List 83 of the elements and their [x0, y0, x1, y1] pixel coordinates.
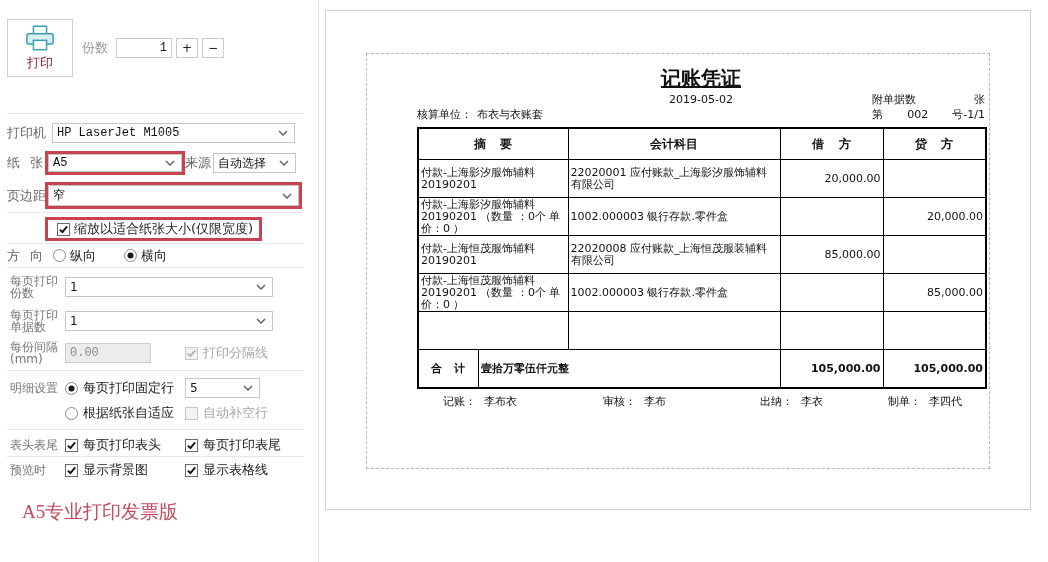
signature-name: 李布衣 [484, 394, 517, 409]
copies-per-page-select[interactable]: 1 [65, 277, 273, 297]
checkbox-label: 缩放以适合纸张大小(仅限宽度) [74, 220, 254, 238]
checkbox[interactable] [65, 463, 78, 477]
signature-label: 制单： [888, 394, 921, 409]
detail-label: 明细设置 [9, 382, 59, 394]
chevron-down-icon [282, 192, 292, 199]
chevron-down-icon [243, 385, 253, 391]
decrement-button[interactable]: − [202, 38, 224, 58]
checkbox-label: 自动补空行 [203, 404, 268, 422]
margin-label: 页边距 [7, 186, 45, 205]
signature-name: 李四代 [929, 394, 962, 409]
signature-label: 记账： [443, 394, 476, 409]
printer-icon [25, 24, 55, 51]
print-button[interactable]: 打印 [7, 19, 73, 77]
unit-label: 核算单位： [417, 107, 472, 122]
checkbox-label: 每页打印表头 [83, 436, 161, 454]
table-cell: 85,000.00 [780, 235, 883, 274]
number-prefix: 第 [872, 107, 883, 122]
table-cell: 付款-上海影汐服饰辅料20190201 （数量 ：0个 单价：0 ） [418, 197, 568, 236]
checkbox[interactable] [185, 463, 198, 477]
orientation-label: 方 向 [7, 246, 45, 265]
increment-button[interactable]: + [176, 38, 198, 58]
header-footer-label: 表头表尾 [9, 439, 59, 451]
radio-button[interactable] [53, 249, 66, 262]
margin-select[interactable]: 窄 [48, 185, 299, 206]
attachments-label: 附单据数 [872, 92, 916, 107]
preview-label: 预览时 [9, 464, 47, 476]
radio-label: 每页打印固定行 [83, 379, 174, 397]
table-cell: 20,000.00 [780, 159, 883, 198]
column-header: 会计科目 [568, 128, 780, 160]
unit-name: 布衣与衣账套 [477, 107, 543, 122]
column-header: 摘 要 [418, 128, 568, 160]
table-cell: 22020001 应付账款_上海影汐服饰辅料有限公司 [568, 159, 780, 198]
fixed-rows-select[interactable]: 5 [185, 378, 260, 398]
table-cell: 22020008 应付账款_上海恒茂服装辅料有限公司 [568, 235, 780, 274]
table-cell: 付款-上海恒茂服饰辅料20190201 （数量 ：0个 单价：0 ） [418, 273, 568, 312]
printer-label: 打印机 [7, 124, 45, 142]
signature-name: 李布 [644, 394, 666, 409]
slips-per-page-label: 每页打印单据数 [9, 309, 59, 333]
checkbox[interactable] [65, 438, 78, 452]
voucher-number: 002 [907, 107, 929, 122]
chevron-down-icon [165, 160, 175, 166]
table-cell: 付款-上海影汐服饰辅料20190201 [418, 159, 568, 198]
table-cell: 1002.000003 银行存款.零件盒 [568, 197, 780, 236]
checkbox[interactable] [185, 438, 198, 452]
copies-per-page-label: 每页打印份数 [9, 275, 59, 299]
checkbox[interactable] [57, 222, 70, 236]
signature-label: 审核： [603, 394, 636, 409]
paper-select[interactable]: A5 [48, 154, 182, 172]
radio-label: 根据纸张自适应 [83, 404, 174, 422]
slips-per-page-select[interactable]: 1 [65, 311, 273, 331]
chevron-down-icon [256, 284, 266, 290]
radio-label: 纵向 [70, 246, 96, 265]
chevron-down-icon [256, 318, 266, 324]
paper-label: 纸 张 [7, 154, 45, 172]
copies-field[interactable]: 1 [116, 38, 172, 58]
spacing-label: 每份间隔(mm) [9, 341, 59, 365]
radio-label: 横向 [141, 246, 167, 265]
radio-button[interactable] [65, 406, 78, 420]
signature-name: 李衣 [801, 394, 823, 409]
radio-button[interactable] [124, 249, 137, 262]
printer-select[interactable]: HP LaserJet M1005 [52, 123, 295, 143]
table-cell: 1002.000003 银行存款.零件盒 [568, 273, 780, 312]
chevron-down-icon [279, 160, 289, 166]
attachments-unit: 张 [974, 92, 985, 107]
source-select[interactable]: 自动选择 [213, 153, 296, 173]
checkbox-label: 显示背景图 [83, 461, 148, 479]
checkbox-label: 显示表格线 [203, 461, 268, 479]
voucher-date: 2019-05-02 [669, 92, 733, 107]
chevron-down-icon [278, 130, 288, 136]
table-cell: 付款-上海恒茂服饰辅料20190201 [418, 235, 568, 274]
column-header: 借 方 [780, 128, 883, 160]
signature-label: 出纳： [760, 394, 793, 409]
checkbox-label: 打印分隔线 [203, 344, 268, 362]
voucher-title: 记账凭证 [659, 66, 742, 91]
checkbox-label: 每页打印表尾 [203, 436, 281, 454]
radio-button[interactable] [65, 381, 78, 395]
copies-label: 份数 [82, 39, 108, 57]
annotation-text: A5专业打印发票版 [21, 500, 179, 524]
table-cell: 壹拾万零伍仟元整 [478, 349, 780, 388]
number-suffix: 号-1/1 [952, 107, 985, 122]
source-label: 来源 [185, 154, 211, 172]
